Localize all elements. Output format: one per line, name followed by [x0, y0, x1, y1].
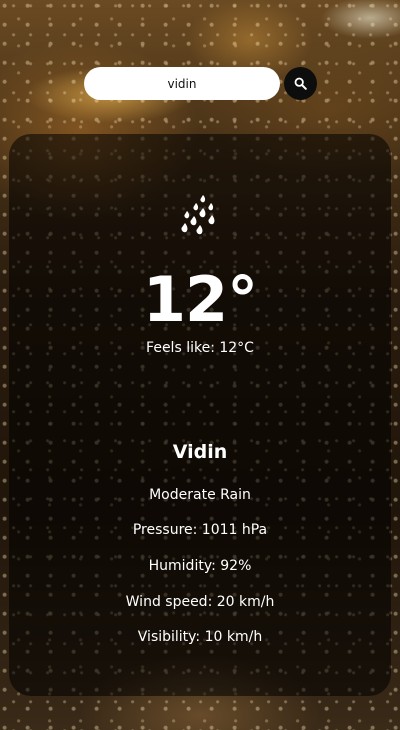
pressure: Pressure: 1011 hPa [132, 522, 268, 538]
humidity: Humidity: 92% [148, 558, 252, 574]
visibility: Visibility: 10 km/h [137, 629, 263, 645]
search-button[interactable] [284, 67, 317, 100]
feels-like: Feels like: 12°C [146, 340, 254, 356]
search-icon [294, 77, 307, 90]
wind-speed: Wind speed: 20 km/h [125, 594, 275, 610]
rain-icon [181, 195, 215, 235]
city-name: Vidin [172, 441, 228, 463]
weather-app: 12° Feels like: 12°C Vidin Moderate Rain… [0, 0, 400, 730]
search-bar [84, 67, 317, 100]
weather-description: Moderate Rain [149, 487, 251, 503]
weather-card: 12° Feels like: 12°C Vidin Moderate Rain… [9, 134, 391, 696]
search-input[interactable] [84, 67, 280, 100]
temperature: 12° [142, 263, 258, 336]
